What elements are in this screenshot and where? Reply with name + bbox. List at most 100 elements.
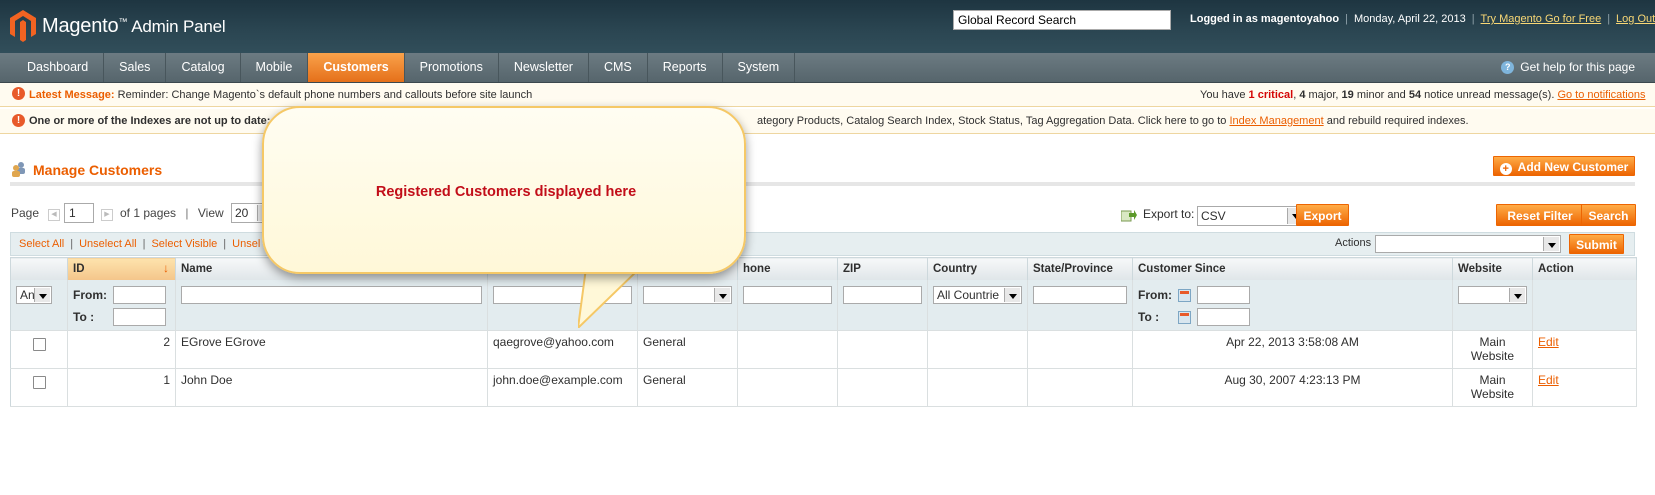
main-nav: Dashboard Sales Catalog Mobile Customers… [0, 53, 1655, 83]
export-icon [1121, 210, 1137, 222]
notifications-summary: You have 1 critical, 4 major, 19 minor a… [1200, 89, 1646, 101]
next-page-icon[interactable]: ▶ [101, 209, 113, 221]
customer-since-from-input[interactable] [1197, 286, 1250, 304]
global-record-search-input[interactable] [953, 10, 1171, 30]
column-header-website[interactable]: Website [1452, 257, 1533, 280]
column-header-id[interactable]: ID ↓ [67, 257, 176, 280]
nav-mobile[interactable]: Mobile [241, 53, 309, 82]
edit-link[interactable]: Edit [1538, 373, 1559, 387]
search-button[interactable]: Search [1581, 204, 1636, 226]
index-management-link[interactable]: Index Management [1229, 115, 1323, 127]
column-header-zip[interactable]: ZIP [837, 257, 928, 280]
view-label: View [197, 206, 224, 220]
table-row: 2 EGrove EGrove qaegrove@yahoo.com Gener… [10, 330, 1637, 369]
cell-id: 1 [67, 368, 176, 407]
nav-dashboard[interactable]: Dashboard [12, 53, 105, 82]
cell-group: General [637, 330, 738, 369]
logo-trademark: ™ [118, 15, 128, 26]
column-header-customer-since[interactable]: Customer Since [1132, 257, 1453, 280]
column-header-phone[interactable]: hone [737, 257, 838, 280]
latest-message-label: Latest Message: [29, 89, 115, 101]
plus-icon: + [1499, 163, 1512, 175]
zip-filter-input[interactable] [843, 286, 922, 304]
title-divider [10, 182, 1635, 186]
cell-customer-since: Apr 22, 2013 3:58:08 AM [1132, 330, 1453, 369]
get-help-link[interactable]: ? Get help for this page [1501, 60, 1635, 74]
phone-filter-input[interactable] [743, 286, 832, 304]
try-magento-go-link[interactable]: Try Magento Go for Free [1481, 13, 1602, 25]
state-filter-input[interactable] [1033, 286, 1127, 304]
cell-name: John Doe [175, 368, 488, 407]
page-number-input[interactable]: 1 [64, 203, 94, 223]
actions-select[interactable] [1375, 235, 1561, 253]
name-filter-input[interactable] [181, 286, 482, 304]
logo-sub-text: Admin Panel [131, 16, 226, 36]
nav-system[interactable]: System [723, 53, 796, 82]
help-icon: ? [1501, 60, 1515, 74]
latest-message-text: Reminder: Change Magento`s default phone… [117, 89, 533, 101]
chevron-down-icon [1004, 288, 1020, 302]
id-to-input[interactable] [113, 308, 166, 326]
index-warning-label: One or more of the Indexes are not up to… [29, 115, 271, 127]
cell-group: General [637, 368, 738, 407]
sort-desc-icon: ↓ [163, 261, 169, 275]
pager: Page [11, 206, 40, 220]
cell-id: 2 [67, 330, 176, 369]
callout-tail [578, 268, 642, 328]
chevron-down-icon [1509, 288, 1525, 302]
grid-header-row: ID ↓ Name hone ZIP Country State/Province… [10, 257, 1637, 280]
header: Magento™Admin Panel Logged in as magento… [0, 0, 1655, 53]
nav-cms[interactable]: CMS [589, 53, 648, 82]
prev-page-icon[interactable]: ◀ [48, 209, 60, 221]
chevron-down-icon [34, 288, 50, 302]
group-filter-select[interactable] [643, 286, 732, 304]
select-all-link[interactable]: Select All [19, 238, 64, 250]
export-format-select[interactable]: CSV [1197, 206, 1305, 226]
column-header-checkbox [10, 257, 68, 280]
error-icon: ! [12, 87, 25, 100]
go-to-notifications-link[interactable]: Go to notifications [1557, 89, 1645, 101]
page-title: Manage Customers [33, 162, 163, 178]
logout-link[interactable]: Log Out [1616, 13, 1655, 25]
get-help-label: Get help for this page [1520, 60, 1635, 74]
header-date: Monday, April 22, 2013 [1353, 13, 1466, 25]
customers-grid: ID ↓ Name hone ZIP Country State/Province… [10, 257, 1637, 407]
column-header-action: Action [1532, 257, 1637, 280]
column-header-country[interactable]: Country [927, 257, 1028, 280]
id-from-input[interactable] [113, 286, 166, 304]
nav-catalog[interactable]: Catalog [166, 53, 241, 82]
country-filter-select[interactable]: All Countrie [933, 286, 1022, 304]
row-checkbox[interactable] [32, 338, 46, 351]
cell-email: qaegrove@yahoo.com [487, 330, 638, 369]
column-header-state[interactable]: State/Province [1027, 257, 1133, 280]
edit-link[interactable]: Edit [1538, 335, 1559, 349]
checkbox-filter-select[interactable]: Any [16, 286, 52, 304]
export-button[interactable]: Export [1296, 204, 1349, 226]
nav-customers[interactable]: Customers [308, 53, 405, 82]
nav-reports[interactable]: Reports [648, 53, 723, 82]
customer-since-to-input[interactable] [1197, 308, 1250, 326]
grid-filter-row: Any From: To : All Countrie From: To : [10, 280, 1637, 331]
magento-logo[interactable]: Magento™ Admin Panel [10, 10, 226, 42]
magento-logo-icon [10, 10, 36, 42]
customers-icon [12, 162, 25, 177]
row-checkbox[interactable] [32, 376, 46, 389]
chevron-down-icon [714, 288, 730, 302]
nav-promotions[interactable]: Promotions [405, 53, 499, 82]
add-new-customer-button[interactable]: + Add New Customer [1493, 156, 1635, 176]
website-filter-select[interactable] [1458, 286, 1527, 304]
index-warning-text: ategory Products, Catalog Search Index, … [757, 115, 1227, 127]
submit-button[interactable]: Submit [1569, 234, 1624, 254]
select-visible-link[interactable]: Select Visible [151, 238, 217, 250]
export-to-label: Export to: [1143, 207, 1195, 221]
calendar-icon[interactable] [1178, 310, 1191, 324]
calendar-icon[interactable] [1178, 288, 1191, 302]
logged-in-text: Logged in as magentoyahoo [1190, 13, 1340, 25]
unselect-visible-link[interactable]: Unsel [232, 238, 260, 250]
cell-customer-since: Aug 30, 2007 4:23:13 PM [1132, 368, 1453, 407]
nav-newsletter[interactable]: Newsletter [499, 53, 589, 82]
nav-sales[interactable]: Sales [104, 53, 167, 82]
reset-filter-button[interactable]: Reset Filter [1496, 204, 1584, 226]
massaction-bar: Select All | Unselect All | Select Visible | U… [10, 232, 1635, 256]
unselect-all-link[interactable]: Unselect All [79, 238, 136, 250]
